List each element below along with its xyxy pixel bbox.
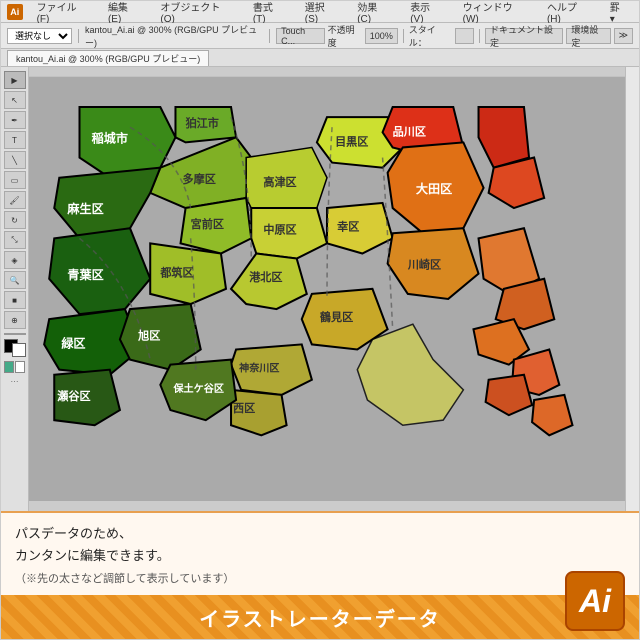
ai-logo-large: Ai [565,571,625,631]
svg-text:狛江市: 狛江市 [185,116,219,130]
svg-text:旭区: 旭区 [137,328,160,342]
ai-logo-titlebar: Ai [7,4,23,20]
svg-text:緑区: 緑区 [61,335,85,350]
sep-3 [403,29,404,43]
svg-text:西区: 西区 [233,402,255,415]
gradient-mode[interactable] [15,361,25,373]
info-line3: （※先の太さなど調節して表示しています） [15,573,234,585]
svg-text:瀬谷区: 瀬谷区 [57,389,90,403]
svg-text:保土ケ谷区: 保土ケ谷区 [172,382,223,395]
toolbar: 選択なし kantou_Ai.ai @ 300% (RGB/GPU プレビュー)… [1,23,639,49]
svg-text:目黒区: 目黒区 [335,135,368,148]
app-window: Ai ファイル(F) 編集(E) オブジェクト(O) 書式(T) 選択(S) 効… [0,0,640,640]
blend-tool[interactable]: ◈ [4,251,26,269]
svg-text:中原区: 中原区 [263,222,296,236]
brush-tool[interactable]: 🖌 [4,191,26,209]
svg-text:麻生区: 麻生区 [66,201,103,216]
scale-tool[interactable]: ⤡ [4,231,26,249]
ai-logo-text: Ai [579,583,611,620]
bottom-title: イラストレーターデータ [199,603,441,632]
select-dropdown[interactable]: 選択なし [7,28,72,44]
gradient-tool[interactable]: ■ [4,291,26,309]
svg-text:川崎区: 川崎区 [407,258,441,272]
tool-separator [4,333,26,335]
eyedropper-tool[interactable]: 🔍 [4,271,26,289]
info-line1: パスデータのため、 [15,526,132,541]
info-text: パスデータのため、 カンタンに編集できます。 （※先の太さなど調節して表示してい… [15,523,625,589]
svg-text:大田区: 大田区 [416,181,452,196]
toolbox: ▶ ↖ ✒ T ╲ ▭ 🖌 ↻ ⤡ ◈ 🔍 ■ ⊕ ··· [1,67,29,511]
rotate-tool[interactable]: ↻ [4,211,26,229]
separator-1 [78,29,79,43]
canvas-area[interactable]: 稲城市 狛江市 多摩区 高津区 目黒区 品川区 麻生区 宮前区 中原区 大田区 … [29,67,625,511]
svg-text:鶴見区: 鶴見区 [320,310,353,324]
rect-tool[interactable]: ▭ [4,171,26,189]
tab-bar: kantou_Ai.ai @ 300% (RGB/GPU プレビュー) [1,49,639,67]
style-label: スタイル： [409,23,452,49]
doc-settings-btn[interactable]: ドキュメント設定 [485,28,563,44]
svg-text:都筑区: 都筑区 [159,266,193,280]
more-btn[interactable]: ≫ [614,28,633,44]
separator-2 [269,29,270,43]
info-panel: パスデータのため、 カンタンに編集できます。 （※先の太さなど調節して表示してい… [1,511,639,595]
svg-text:神奈川区: 神奈川区 [239,362,279,375]
svg-text:港北区: 港北区 [249,270,282,284]
info-line2: カンタンに編集できます。 [15,548,170,563]
color-swatches[interactable] [4,339,26,357]
svg-text:品川区: 品川区 [393,124,426,138]
opacity-value[interactable]: 100% [365,28,398,44]
svg-text:宮前区: 宮前区 [191,217,224,231]
file-name-label: kantou_Ai.ai @ 300% (RGB/GPU プレビュー) [85,23,263,49]
more-tools[interactable]: ··· [11,377,19,386]
env-settings-btn[interactable]: 環境設定 [566,28,610,44]
mode-buttons [4,361,25,373]
map-svg: 稲城市 狛江市 多摩区 高津区 目黒区 品川区 麻生区 宮前区 中原区 大田区 … [29,67,625,511]
line-tool[interactable]: ╲ [4,151,26,169]
title-bar: Ai ファイル(F) 編集(E) オブジェクト(O) 書式(T) 選択(S) 効… [1,1,639,23]
toolbar-file-info: kantou_Ai.ai @ 300% (RGB/GPU プレビュー) [85,23,263,49]
toolbar-select-section: 選択なし [7,28,72,44]
svg-text:青葉区: 青葉区 [67,267,103,282]
zoom-tool[interactable]: ⊕ [4,311,26,329]
type-tool[interactable]: T [4,131,26,149]
svg-text:高津区: 高津区 [263,175,296,189]
style-btn[interactable] [455,28,475,44]
right-panel [625,67,639,511]
select-tool[interactable]: ▶ [4,71,26,89]
svg-text:多摩区: 多摩区 [183,172,216,186]
main-area: ▶ ↖ ✒ T ╲ ▭ 🖌 ↻ ⤡ ◈ 🔍 ■ ⊕ ··· [1,67,639,511]
svg-text:幸区: 幸区 [337,219,359,233]
opacity-label: 不透明度 [328,23,362,49]
active-tab[interactable]: kantou_Ai.ai @ 300% (RGB/GPU プレビュー) [7,50,209,66]
svg-text:稲城市: 稲城市 [92,130,128,145]
sep-4 [479,29,480,43]
direct-select-tool[interactable]: ↖ [4,91,26,109]
bottom-bar: イラストレーターデータ Ai [1,595,639,639]
toolbar-right: Touch C... 不透明度 100% スタイル： ドキュメント設定 環境設定… [276,23,633,49]
touch-button[interactable]: Touch C... [276,28,325,44]
color-mode[interactable] [4,361,14,373]
pen-tool[interactable]: ✒ [4,111,26,129]
